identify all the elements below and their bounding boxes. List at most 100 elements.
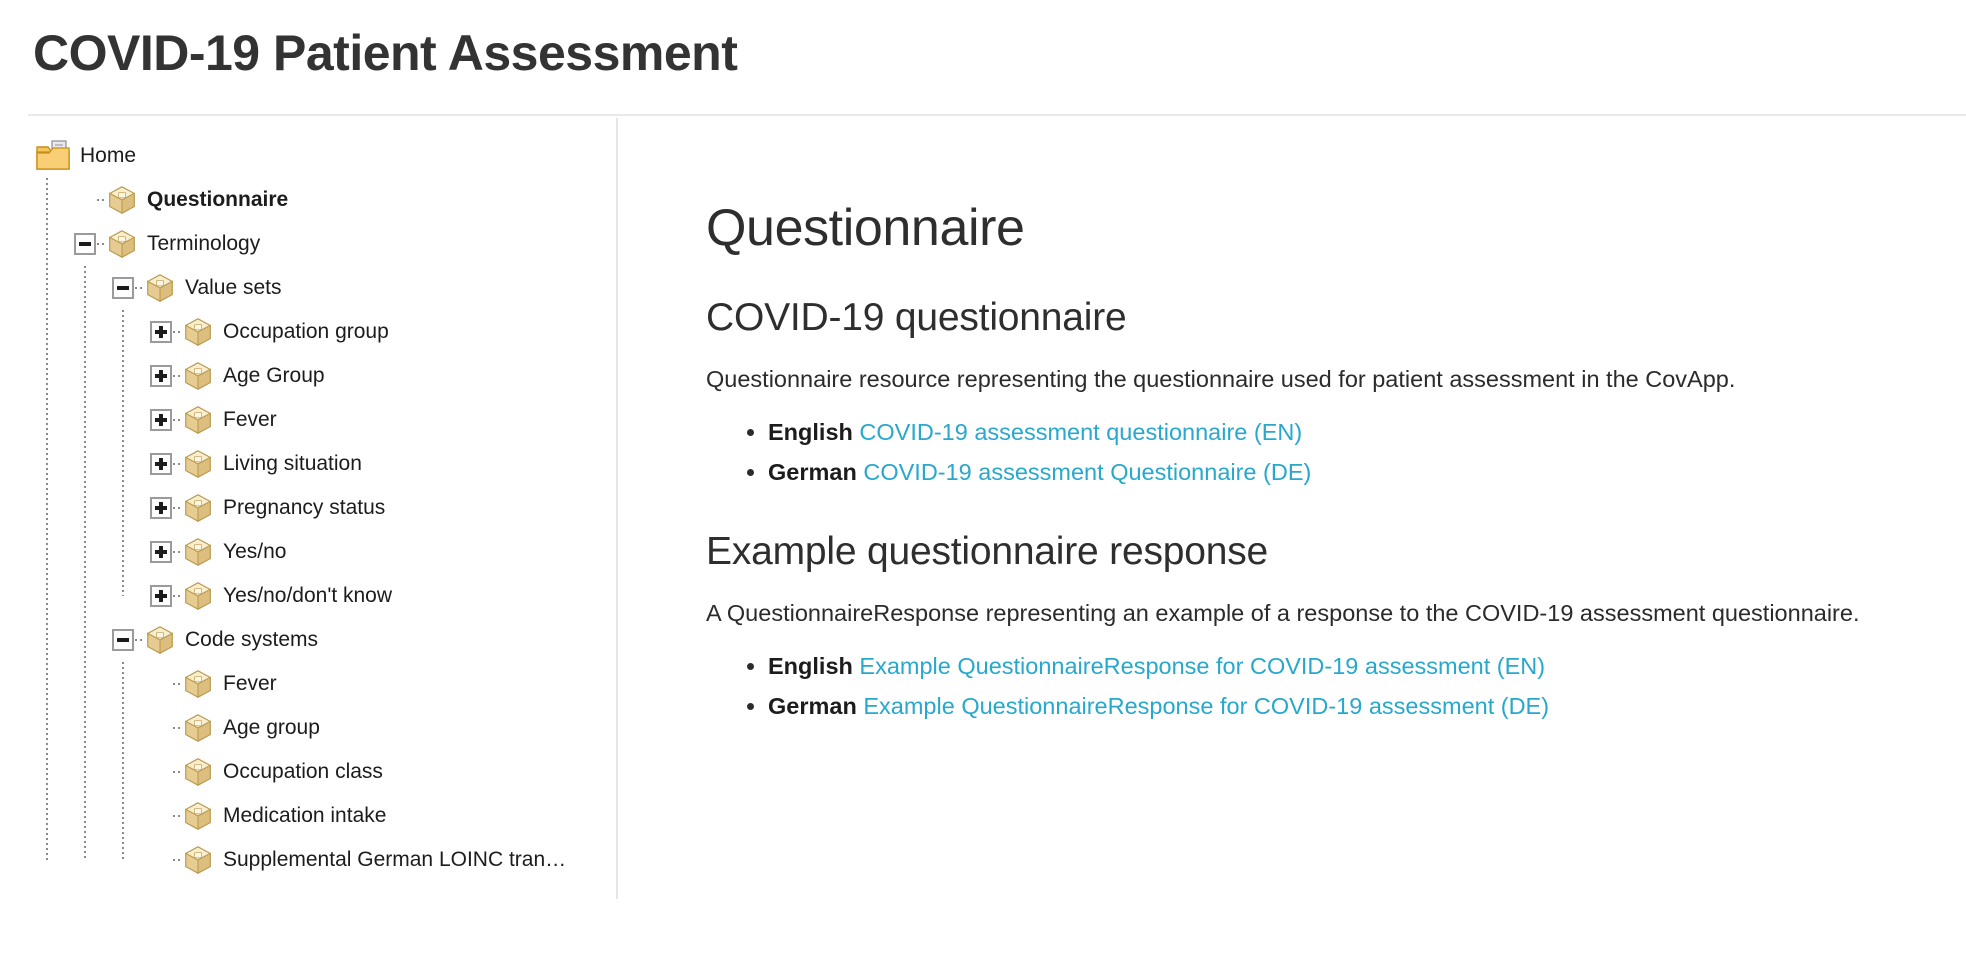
expand-node-icon[interactable] [150,453,172,475]
tree-connector [173,419,183,421]
tree-item-label: Age Group [223,364,325,387]
section-paragraph: A QuestionnaireResponse representing an … [706,600,1860,626]
resource-link-list: English COVID-19 assessment questionnair… [706,412,1946,492]
page-title: COVID-19 Patient Assessment [33,25,738,81]
tree-item-label: Living situation [223,452,362,475]
collapse-node-icon[interactable] [74,233,96,255]
tree-connector [173,463,183,465]
package-icon [183,449,213,479]
package-icon [145,273,175,303]
tree-item-label: Code systems [185,628,319,651]
tree-connector [173,727,183,729]
tree-item-label: Supplemental German LOINC tran… [223,848,567,871]
package-icon [183,537,213,567]
language-label: German [768,693,857,719]
tree-connector [173,331,183,333]
expand-node-icon[interactable] [150,365,172,387]
tree-item-home[interactable]: Home [0,134,600,178]
tree-item-occupation-class[interactable]: Occupation class [0,750,600,794]
tree-guide-line [122,310,124,596]
tree-connector [173,683,183,685]
package-icon [107,185,137,215]
tree-guide-line [84,266,86,860]
sections-host: COVID-19 questionnaire Questionnaire reso… [706,258,1946,726]
tree-item-label: Yes/no/don't know [223,584,393,607]
tree-connector [173,375,183,377]
tree-item-medication-intake[interactable]: Medication intake [0,794,600,838]
tree-item-yes-no[interactable]: Yes/no [0,530,600,574]
tree-item-living-situation[interactable]: Living situation [0,442,600,486]
tree-item-label: Questionnaire [147,188,289,211]
expand-node-icon[interactable] [150,497,172,519]
tree-item-fever[interactable]: Fever [0,398,600,442]
sidebar-tree: Home Questionnaire Terminology Value sets Oc… [0,134,600,882]
package-icon [183,405,213,435]
tree-connector [173,595,183,597]
collapse-node-icon[interactable] [112,277,134,299]
package-icon [183,361,213,391]
package-icon [183,493,213,523]
tree-item-label: Pregnancy status [223,496,386,519]
section-paragraph: Questionnaire resource representing the … [706,366,1736,392]
tree-connector [173,859,183,861]
tree-item-supplemental-german-loinc-tran[interactable]: Supplemental German LOINC tran… [0,838,600,882]
tree-item-label: Fever [223,408,277,431]
tree-item-label: Value sets [185,276,282,299]
expand-node-icon[interactable] [150,585,172,607]
list-item: English COVID-19 assessment questionnair… [768,412,1946,452]
resource-link[interactable]: Example QuestionnaireResponse for COVID-… [863,693,1549,719]
language-label: German [768,459,857,485]
tree-item-code-systems[interactable]: Code systems [0,618,600,662]
tree-connector [173,507,183,509]
section-heading: Example questionnaire response [706,530,1269,573]
tree-item-terminology[interactable]: Terminology [0,222,600,266]
package-icon [107,229,137,259]
package-icon [145,625,175,655]
tree-item-label: Medication intake [223,804,387,827]
tree-item-fever[interactable]: Fever [0,662,600,706]
tree-item-yes-no-don-t-know[interactable]: Yes/no/don't know [0,574,600,618]
tree-item-label: Yes/no [223,540,287,563]
list-item: German Example QuestionnaireResponse for… [768,686,1946,726]
tree-connector [173,771,183,773]
section-heading: COVID-19 questionnaire [706,296,1127,339]
tree-guide-line [46,178,48,860]
resource-link[interactable]: COVID-19 assessment questionnaire (EN) [859,419,1302,445]
tree-item-label: Terminology [147,232,261,255]
page-header: COVID-19 Patient Assessment [0,0,1966,114]
package-icon [183,801,213,831]
package-icon [183,581,213,611]
tree-item-pregnancy-status[interactable]: Pregnancy status [0,486,600,530]
package-icon [183,845,213,875]
tree-guide-line [122,662,124,860]
content-section: COVID-19 questionnaire Questionnaire reso… [706,258,1946,492]
expand-node-icon[interactable] [150,321,172,343]
tree-connector [173,551,183,553]
tree-item-label: Age group [223,716,320,739]
tree-connector [135,639,145,641]
language-label: English [768,653,853,679]
pane-divider [616,118,618,899]
tree-item-age-group[interactable]: Age group [0,706,600,750]
tree-item-label: Occupation class [223,760,383,783]
package-icon [183,317,213,347]
tree-item-age-group[interactable]: Age Group [0,354,600,398]
tree-item-label: Occupation group [223,320,389,343]
folder-icon [36,140,70,172]
collapse-node-icon[interactable] [112,629,134,651]
resource-link[interactable]: Example QuestionnaireResponse for COVID-… [859,653,1545,679]
main-content: Questionnaire COVID-19 questionnaire Ques… [706,116,1946,726]
expand-node-icon[interactable] [150,409,172,431]
tree-connector [97,199,107,201]
package-icon [183,713,213,743]
tree-item-value-sets[interactable]: Value sets [0,266,600,310]
tree-connector [97,243,107,245]
tree-item-occupation-group[interactable]: Occupation group [0,310,600,354]
content-area: Home Questionnaire Terminology Value sets Oc… [0,116,1966,964]
package-icon [183,669,213,699]
resource-link[interactable]: COVID-19 assessment Questionnaire (DE) [863,459,1311,485]
tree-item-questionnaire[interactable]: Questionnaire [0,178,600,222]
expand-node-icon[interactable] [150,541,172,563]
content-section: Example questionnaire response A Question… [706,492,1946,726]
tree-item-label: Fever [223,672,277,695]
